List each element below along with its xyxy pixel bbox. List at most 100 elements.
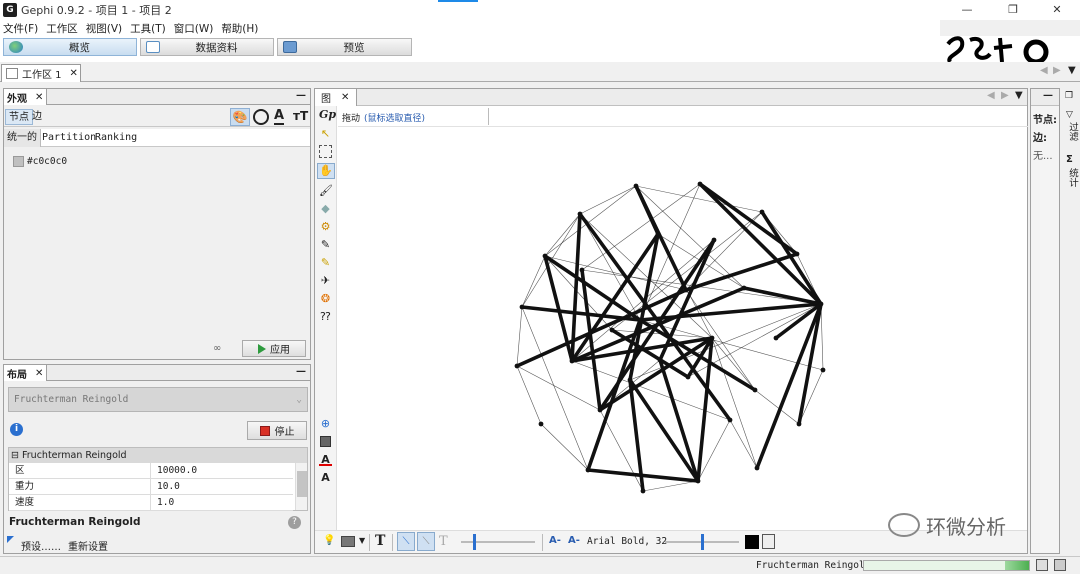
edge-scale-slider[interactable] [461,534,535,550]
edge-color-icon[interactable]: A [319,453,332,466]
graph-node[interactable] [759,209,765,215]
size-icon[interactable] [253,109,269,125]
graph-node[interactable] [752,387,758,393]
properties-section-header[interactable]: ⊟ Fruchterman Reingold [9,448,307,463]
property-row[interactable]: 速度 1.0 [9,495,307,511]
edge-pencil-icon[interactable]: ✎ [319,256,332,269]
graph-node[interactable] [685,374,691,380]
graph-node[interactable] [542,253,548,259]
tab-scroll-left-icon[interactable]: ◀ [1040,65,1048,76]
label-scale-slider[interactable] [665,534,739,550]
property-row[interactable]: 重力 10.0 [9,479,307,495]
screenshot-menu-icon[interactable]: ▼ [359,536,365,545]
layout-minimize-button[interactable]: — [296,365,306,379]
label-font-icon[interactable]: A [319,471,332,484]
label-font-value[interactable]: Arial Bold, 32 [587,536,667,547]
overview-mode-button[interactable]: 概览 [3,38,137,56]
graph-node[interactable] [711,237,717,243]
tab-list-icon[interactable]: ▼ [1068,65,1076,76]
graph-node[interactable] [579,267,585,273]
graph-canvas[interactable] [338,129,1028,529]
rectangle-select-icon[interactable] [319,145,332,158]
node-tab[interactable]: 节点 [5,109,33,125]
graph-node[interactable] [569,358,575,364]
restore-window-icon[interactable]: ❐ [1065,91,1073,101]
edge-label-icon[interactable]: T [439,534,448,549]
restore-window-button[interactable]: ❐ [990,0,1036,20]
graph-node[interactable] [637,317,643,323]
scrollbar-thumb[interactable] [297,471,307,497]
diamond-icon[interactable]: ◆ [319,202,332,215]
reset-link[interactable]: 重新设置 [68,538,108,553]
memory-icon[interactable] [1054,559,1066,571]
graph-node[interactable] [709,335,715,341]
property-value[interactable]: 1.0 [151,495,293,511]
property-value[interactable]: 10000.0 [151,463,293,479]
layout-algorithm-select[interactable]: Fruchterman Reingold ⌄ [8,387,308,412]
data-laboratory-button[interactable]: 数据资料 [140,38,274,56]
graph-node[interactable] [796,421,802,427]
workspace-tab[interactable]: 工作区 1 ✕ [1,64,81,82]
graph-node[interactable] [627,377,633,383]
graph-node[interactable] [655,231,661,237]
background-color-icon[interactable] [320,436,331,447]
graph-scroll-right-icon[interactable]: ▶ [1001,90,1009,101]
edge-mode-icon[interactable]: ⟍ [397,532,415,551]
graph-node[interactable] [818,301,824,307]
unique-tab[interactable]: 统一的 [4,129,41,147]
graph-node[interactable] [514,363,520,369]
graph-node[interactable] [519,304,525,310]
graph-scroll-left-icon[interactable]: ◀ [987,90,995,101]
graph-node[interactable] [633,183,639,189]
tab-scroll-right-icon[interactable]: ▶ [1053,65,1061,76]
property-row[interactable]: 区 10000.0 [9,463,307,479]
property-value[interactable]: 10.0 [151,479,293,495]
graph-close-icon[interactable]: ✕ [341,92,349,103]
graph-node[interactable] [609,327,615,333]
info-icon[interactable]: i [10,423,23,436]
label-size-icon[interactable]: тT [293,109,308,123]
graph-node[interactable] [683,287,689,293]
menu-file[interactable]: 文件(F) [3,21,38,36]
statistics-side-tab[interactable]: 统计 [1065,168,1079,187]
edit-node-icon[interactable]: ⁇ [319,310,332,323]
menu-tools[interactable]: 工具(T) [130,21,166,36]
preview-mode-button[interactable]: 预览 [277,38,412,56]
graph-node[interactable] [640,488,646,494]
stop-button[interactable]: 停止 [247,421,307,440]
graph-node[interactable] [577,211,583,217]
screenshot-icon[interactable] [341,536,355,547]
close-window-button[interactable]: ✕ [1034,0,1080,20]
graph-node[interactable] [538,421,544,427]
menu-window[interactable]: 窗口(W) [174,21,214,36]
layout-close-icon[interactable]: ✕ [35,368,43,379]
slider-thumb[interactable] [473,534,476,550]
color-swatch[interactable] [13,156,24,167]
properties-scrollbar[interactable] [295,463,307,510]
filter-side-tab[interactable]: 过滤 [1065,122,1079,141]
pencil-icon[interactable]: ✎ [319,238,332,251]
shortest-path-icon[interactable]: ✈ [319,274,332,287]
graph-node[interactable] [657,357,663,363]
graph-node[interactable] [794,251,800,257]
label-color-icon[interactable]: A [274,108,285,125]
graph-node[interactable] [754,465,760,471]
presets-link[interactable]: 预设…… [21,538,61,553]
graph-node[interactable] [585,467,591,473]
drag-hand-icon[interactable]: ✋ [317,163,335,179]
edge-tab[interactable]: 边 [32,110,42,124]
label-color-swatch[interactable] [745,535,759,549]
menu-help[interactable]: 帮助(H) [221,21,258,36]
auto-apply-icon[interactable]: ∞ [213,343,221,354]
menu-workspace[interactable]: 工作区 [46,21,78,36]
appearance-close-icon[interactable]: ✕ [35,92,43,103]
sizer-icon[interactable]: ⚙ [319,220,332,233]
graph-node[interactable] [741,285,747,291]
minimize-window-button[interactable]: — [944,0,990,20]
font-size-down-icon[interactable]: A- [549,535,561,546]
show-labels-icon[interactable]: T [375,533,385,549]
zoom-center-icon[interactable]: ⊕ [319,417,332,430]
palette-icon[interactable]: 🎨 [230,108,250,126]
graph-tab-list-icon[interactable]: ▼ [1015,90,1023,101]
pointer-icon[interactable]: ↖ [319,127,332,140]
